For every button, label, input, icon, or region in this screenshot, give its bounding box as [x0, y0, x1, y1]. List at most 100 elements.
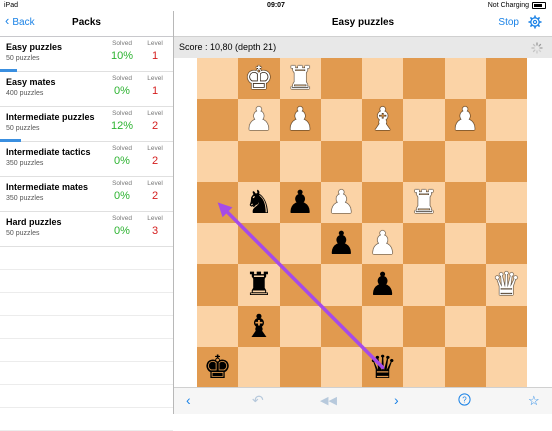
- board-square[interactable]: [238, 223, 280, 265]
- board-square[interactable]: [444, 58, 486, 100]
- chevron-right-icon[interactable]: ›: [394, 392, 399, 408]
- board-square[interactable]: [279, 346, 321, 388]
- white-rook-icon[interactable]: ♜: [280, 58, 321, 99]
- stop-button[interactable]: Stop: [498, 17, 519, 28]
- help-icon[interactable]: ?: [458, 393, 471, 409]
- board-square[interactable]: [485, 58, 527, 100]
- board-square[interactable]: [485, 181, 527, 223]
- white-pawn-icon[interactable]: ♟: [280, 99, 321, 140]
- board-square[interactable]: [197, 264, 239, 306]
- battery-status: Not Charging: [488, 0, 546, 11]
- chess-board[interactable]: ♚ ♜ ♟ ♟ ♝ ♟ ♞ ♟ ♟ ♜ ♟ ♟ ♜ ♟ ♛ ♝ ♚ ♛: [197, 58, 527, 388]
- white-pawn-icon[interactable]: ♟: [362, 223, 403, 264]
- board-square[interactable]: [362, 58, 404, 100]
- black-knight-icon[interactable]: ♞: [238, 182, 279, 223]
- board-square[interactable]: [197, 305, 239, 347]
- black-pawn-icon[interactable]: ♟: [280, 182, 321, 223]
- solved-value: 12%: [110, 120, 134, 132]
- board-square[interactable]: [279, 264, 321, 306]
- board-square[interactable]: [197, 58, 239, 100]
- solved-value: 0%: [114, 225, 130, 237]
- board-square[interactable]: [485, 140, 527, 182]
- board-square[interactable]: [238, 346, 280, 388]
- solved-value: 0%: [114, 85, 130, 97]
- board-square[interactable]: [320, 264, 362, 306]
- board-square[interactable]: [320, 305, 362, 347]
- packs-panel: ‹ Back Packs Easy puzzles 50 puzzles Solved…: [0, 11, 173, 431]
- board-square[interactable]: [403, 58, 445, 100]
- board-square[interactable]: [403, 346, 445, 388]
- board-square[interactable]: [403, 99, 445, 141]
- board-square[interactable]: [362, 181, 404, 223]
- black-rook-icon[interactable]: ♜: [238, 264, 279, 305]
- board-square[interactable]: [403, 264, 445, 306]
- board-square[interactable]: [238, 140, 280, 182]
- board-square[interactable]: [197, 181, 239, 223]
- level-value: 3: [151, 225, 159, 237]
- chevron-left-icon[interactable]: ‹: [186, 392, 191, 408]
- pack-row[interactable]: Easy puzzles 50 puzzles Solved 10% Level 1: [0, 37, 173, 72]
- board-square[interactable]: [279, 305, 321, 347]
- board-square[interactable]: [403, 223, 445, 265]
- board-square[interactable]: [320, 140, 362, 182]
- level-value: 2: [151, 190, 159, 202]
- empty-row: [0, 408, 173, 431]
- empty-row: [0, 385, 173, 408]
- gear-icon[interactable]: [528, 15, 542, 34]
- pack-count: 50 puzzles: [6, 55, 40, 62]
- white-bishop-icon[interactable]: ♝: [362, 99, 403, 140]
- board-square[interactable]: [279, 223, 321, 265]
- pack-row[interactable]: Easy mates 400 puzzles Solved 0% Level 1: [0, 72, 173, 107]
- battery-icon: [532, 1, 546, 9]
- white-pawn-icon[interactable]: ♟: [321, 182, 362, 223]
- pack-row[interactable]: Intermediate puzzles 50 puzzles Solved 12% L…: [0, 107, 173, 142]
- pack-row[interactable]: Hard puzzles 50 puzzles Solved 0% Level 3: [0, 212, 173, 247]
- board-square[interactable]: [485, 223, 527, 265]
- solved-value: 0%: [114, 155, 130, 167]
- star-icon[interactable]: ☆: [528, 393, 540, 409]
- board-square[interactable]: [362, 305, 404, 347]
- board-square[interactable]: [485, 346, 527, 388]
- clock: 09:07: [267, 2, 285, 9]
- black-queen-icon[interactable]: ♛: [362, 347, 403, 388]
- white-queen-icon[interactable]: ♛: [486, 264, 527, 305]
- board-square[interactable]: [320, 346, 362, 388]
- white-king-icon[interactable]: ♚: [238, 58, 279, 99]
- solved-value: 10%: [110, 50, 134, 62]
- black-king-icon[interactable]: ♚: [197, 347, 238, 388]
- pack-name: Easy puzzles: [6, 42, 63, 52]
- undo-icon[interactable]: ↶: [252, 392, 264, 409]
- board-square[interactable]: [362, 140, 404, 182]
- pack-count: 50 puzzles: [6, 125, 40, 132]
- white-pawn-icon[interactable]: ♟: [445, 99, 486, 140]
- board-square[interactable]: [444, 181, 486, 223]
- pack-count: 350 puzzles: [6, 160, 44, 167]
- board-square[interactable]: [403, 140, 445, 182]
- pack-row[interactable]: Intermediate mates 350 puzzles Solved 0% Lev…: [0, 177, 173, 212]
- board-square[interactable]: [279, 140, 321, 182]
- black-bishop-icon[interactable]: ♝: [238, 306, 279, 347]
- board-square[interactable]: [444, 264, 486, 306]
- board-square[interactable]: [444, 140, 486, 182]
- board-square[interactable]: [485, 305, 527, 347]
- board-square[interactable]: [485, 99, 527, 141]
- board-square[interactable]: [403, 305, 445, 347]
- black-pawn-icon[interactable]: ♟: [321, 223, 362, 264]
- pack-row[interactable]: Intermediate tactics 350 puzzles Solved 0% L…: [0, 142, 173, 177]
- board-square[interactable]: [444, 346, 486, 388]
- white-pawn-icon[interactable]: ♟: [238, 99, 279, 140]
- rewind-icon[interactable]: ◀◀: [320, 394, 337, 407]
- packs-nav-bar: ‹ Back Packs: [0, 11, 173, 37]
- empty-row: [0, 247, 173, 270]
- board-square[interactable]: [197, 223, 239, 265]
- board-square[interactable]: [320, 99, 362, 141]
- white-rook-icon[interactable]: ♜: [403, 182, 444, 223]
- board-square[interactable]: [197, 140, 239, 182]
- spinner-icon: [531, 41, 543, 59]
- board-square[interactable]: [444, 305, 486, 347]
- charging-label: Not Charging: [487, 2, 529, 9]
- board-square[interactable]: [444, 223, 486, 265]
- board-square[interactable]: [197, 99, 239, 141]
- board-square[interactable]: [320, 58, 362, 100]
- black-pawn-icon[interactable]: ♟: [362, 264, 403, 305]
